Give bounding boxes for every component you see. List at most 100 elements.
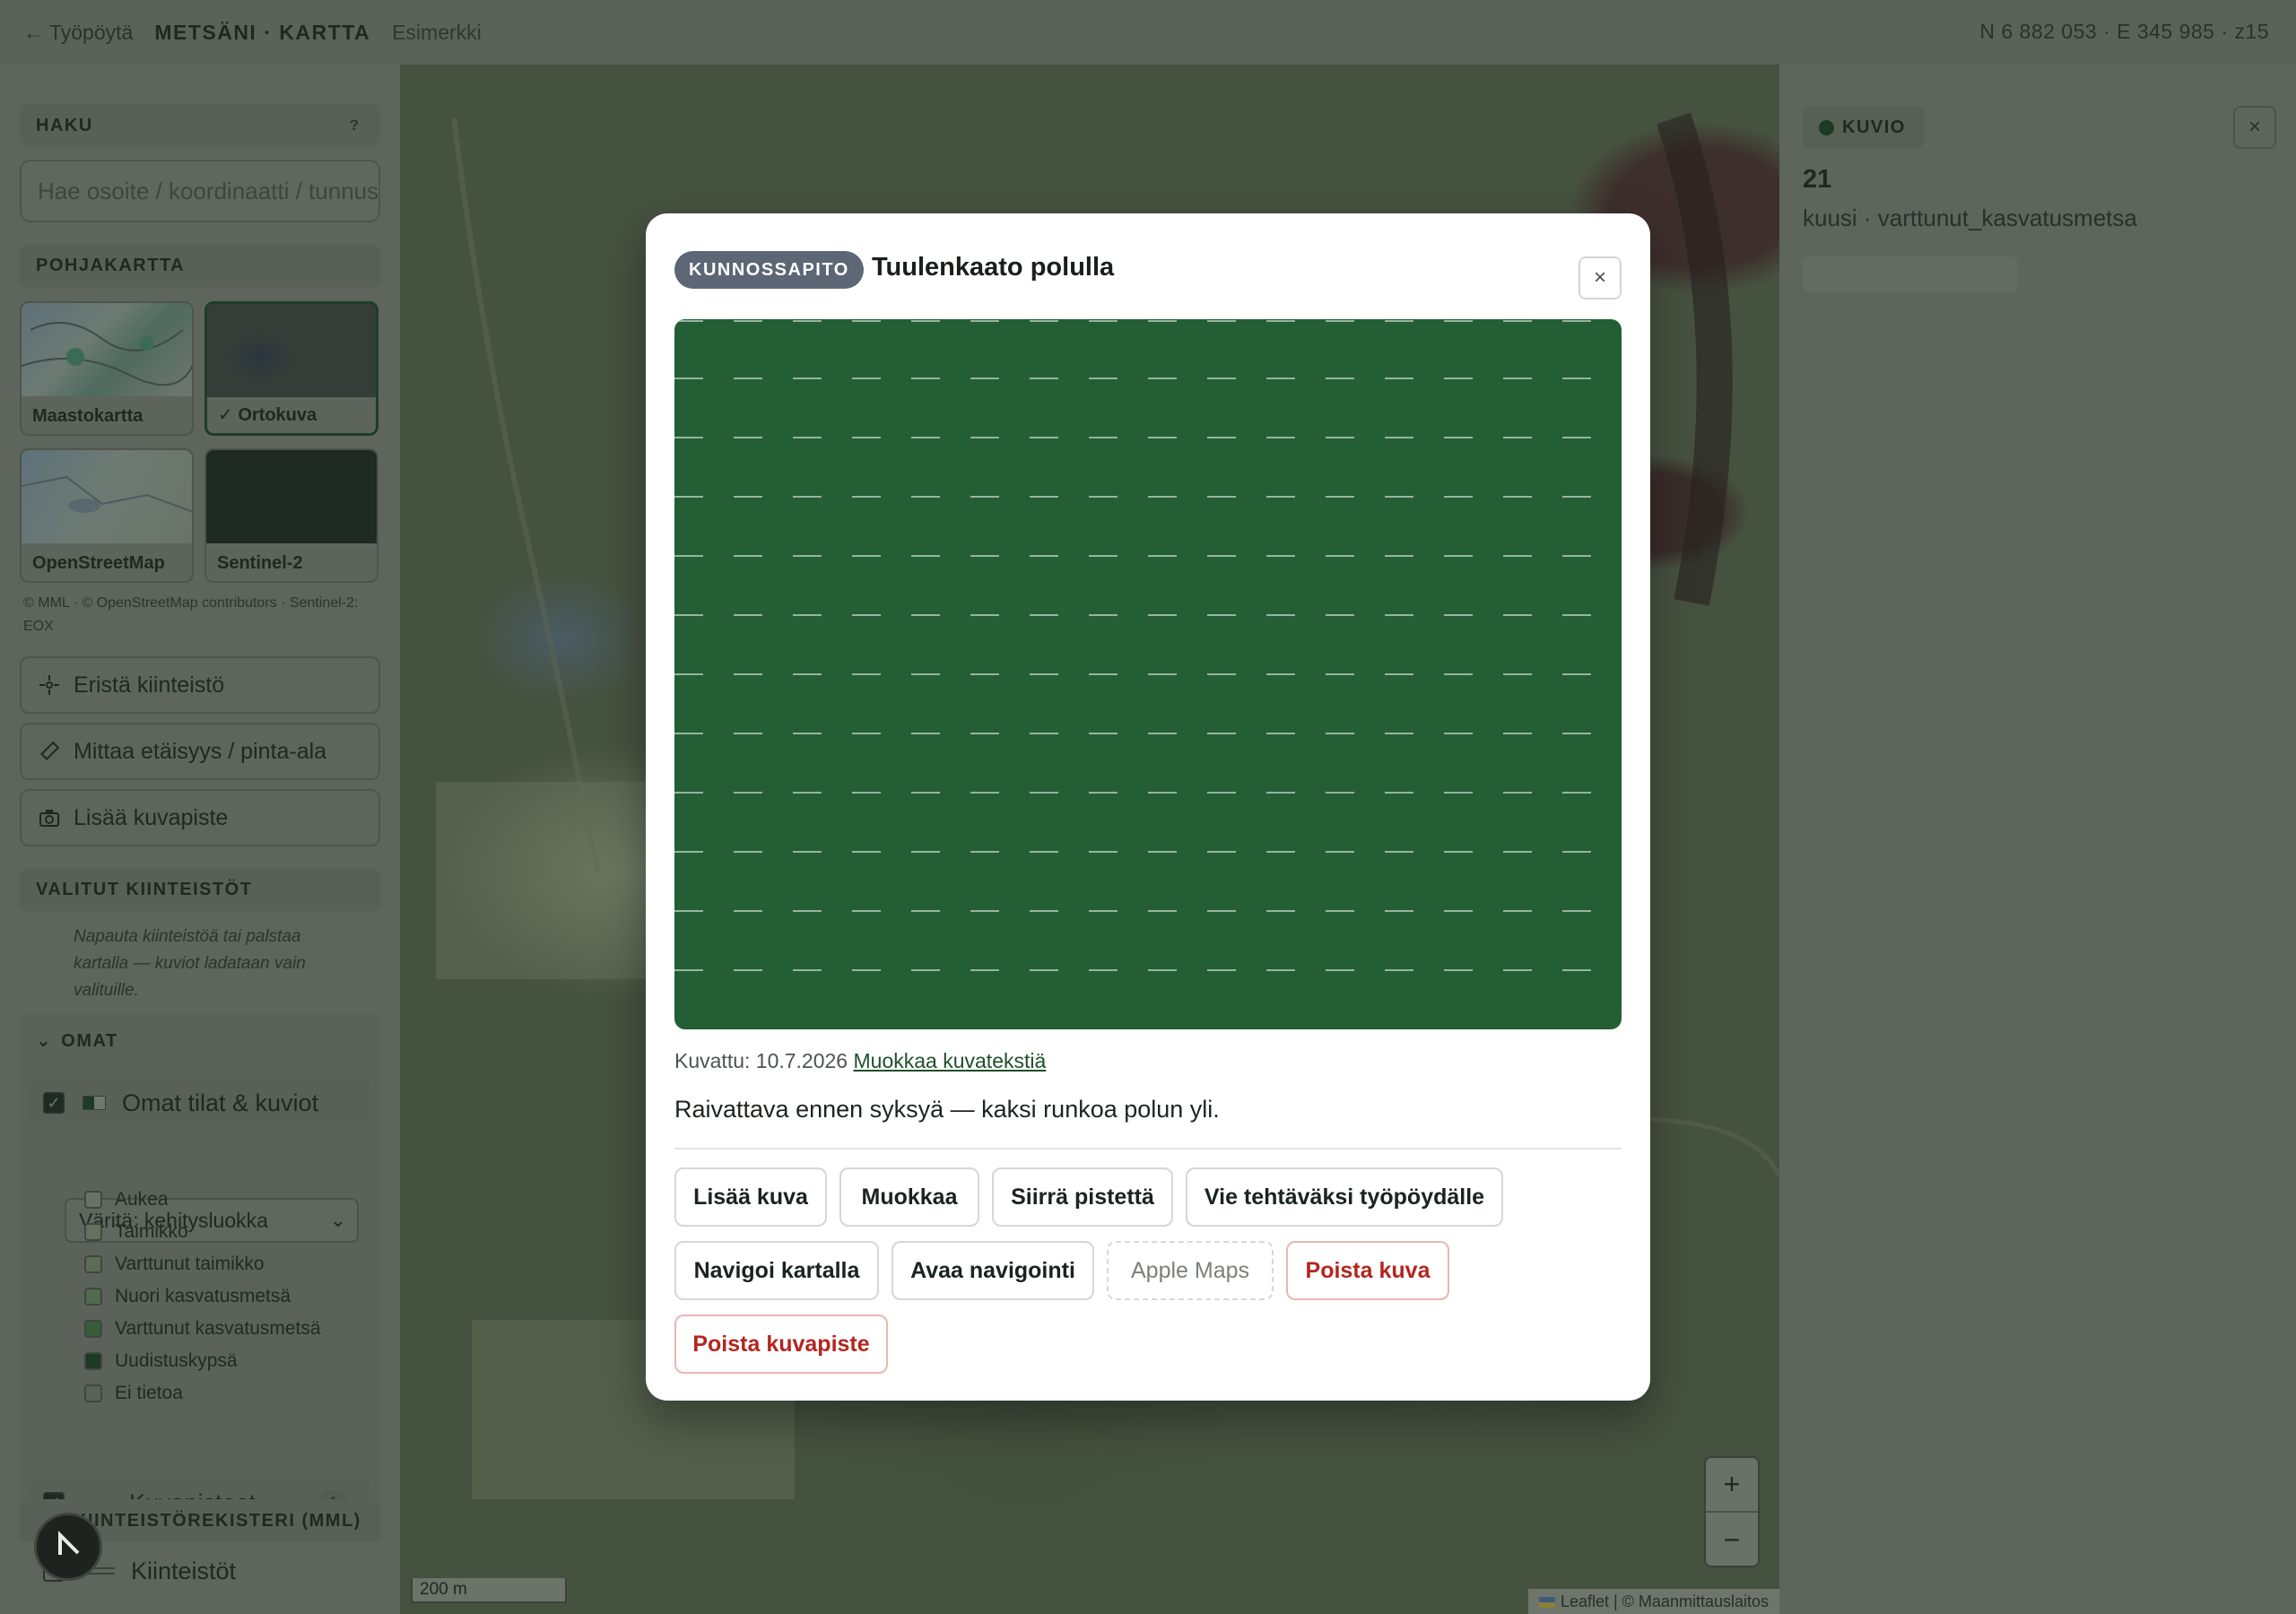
sidebar: HAKU ? Hae osoite / koordinaatti / tunnu… [0,65,400,1614]
coordinate-readout: N 6 882 053 · E 345 985 · z15 [1979,20,2269,43]
legend-item: Varttunut kasvatusmetsä [84,1318,321,1340]
legend-label: Varttunut kasvatusmetsä [115,1318,321,1339]
search-help-button[interactable]: ? [350,117,359,134]
basemap-label: Sentinel-2 [217,553,303,573]
basemap-label: OpenStreetMap [32,553,165,573]
crosshair-icon [38,673,61,697]
legend-swatch [84,1223,102,1241]
attribution-text[interactable]: Leaflet | © Maanmittauslaitos [1561,1592,1769,1610]
photo-image[interactable] [674,319,1622,1029]
legend-label: Ei tietoa [115,1383,183,1403]
loading-placeholder [1803,256,2018,292]
dialog-close-button[interactable]: × [1578,256,1622,299]
apple-maps-button[interactable]: Apple Maps [1107,1241,1274,1300]
basemap-label: ✓ Ortokuva [218,405,317,425]
divider [674,1148,1622,1150]
edit-button[interactable]: Muokkaa [839,1167,979,1227]
zoom-in-button[interactable]: + [1706,1458,1758,1513]
terrain-map-pattern [22,322,192,386]
delete-photo-point-button[interactable]: Poista kuvapiste [674,1315,888,1374]
basemap-tile-openstreetmap[interactable]: OpenStreetMap [20,448,194,583]
legend-label: Uudistuskypsä [115,1350,238,1371]
orthophoto-thumbnail [207,304,376,397]
category-tag: KUNNOSSAPITO [674,251,864,289]
polygon-layer-icon [83,1096,106,1110]
search-section-header: HAKU ? [20,104,380,147]
app-title: METSÄNI · KARTTA [154,20,371,44]
edit-caption-link[interactable]: Muokkaa kuvatekstiä [854,1049,1047,1072]
legend-item: Nuori kasvatusmetsä [84,1286,291,1307]
legend-label: Taimikko [115,1221,188,1242]
selected-properties-title: VALITUT KIINTEISTÖT [36,879,253,899]
flag-icon [1538,1597,1555,1609]
delete-photo-button[interactable]: Poista kuva [1286,1241,1449,1300]
add-photo-point-button[interactable]: Lisää kuvapiste [20,789,380,846]
chevron-down-icon: ⌄ [36,1031,53,1051]
legend-label: Aukea [115,1189,169,1210]
selected-properties-hint: Napauta kiinteistöä tai palstaa kartalla… [74,927,306,1000]
legend-item: Ei tietoa [84,1383,183,1404]
feature-panel: KUVIO × 21 kuusi · varttunut_kasvatusmet… [1779,65,2296,1614]
top-bar: ← Työpöytä METSÄNI · KARTTA Esimerkki N … [0,0,2296,65]
terrain-map-thumbnail [22,303,192,396]
zoom-control: + − [1704,1456,1760,1567]
map-attribution: Leaflet | © Maanmittauslaitos [1527,1589,1779,1614]
legend-label: Nuori kasvatusmetsä [115,1286,291,1306]
feature-type-badge: KUVIO [1803,106,1924,149]
omat-layer-group: ⌄OMAT ✓ Omat tilat & kuviot ✓ Kuvapistee… [20,1013,380,1540]
legend-swatch [84,1191,102,1209]
zoom-out-button[interactable]: − [1706,1513,1758,1567]
isolate-property-button[interactable]: Eristä kiinteistö [20,656,380,714]
basemap-tile-sentinel[interactable]: Sentinel-2 [204,448,378,583]
legend-item: Uudistuskypsä [84,1350,238,1372]
osm-thumbnail [22,450,192,543]
tool-label: Eristä kiinteistö [74,672,225,698]
north-arrow-button[interactable] [34,1513,102,1581]
search-input[interactable]: Hae osoite / koordinaatti / tunnus [20,160,380,222]
legend-item: Taimikko [84,1221,188,1243]
north-arrow-icon [53,1528,83,1566]
panel-close-button[interactable]: × [2233,106,2276,149]
omat-layer-label: Omat tilat & kuviot [122,1089,319,1116]
selected-properties-header: VALITUT KIINTEISTÖT [20,868,380,911]
tool-label: Mittaa etäisyys / pinta-ala [74,738,327,764]
feature-number: 21 [1803,165,1832,194]
omat-group-toggle[interactable]: ⌄ OMAT [36,1029,118,1052]
basemap-section-header: POHJAKARTTA [20,244,380,287]
scale-bar: 200 m [411,1578,567,1603]
legend-swatch [84,1320,102,1338]
legend-swatch [84,1288,102,1306]
basemap-section-title: POHJAKARTTA [36,255,186,275]
basemap-credits: © MML · © OpenStreetMap contributors · S… [23,595,359,634]
status-dot-icon [1819,120,1834,135]
omat-layer-row[interactable]: ✓ Omat tilat & kuviot [29,1080,370,1126]
feature-type-label: KUVIO [1842,117,1906,137]
photo-note: Raivattava ennen syksyä — kaksi runkoa p… [674,1096,1220,1123]
legend-swatch [84,1384,102,1402]
photo-pattern [674,320,1591,971]
search-section-title: HAKU [36,115,93,135]
basemap-label: Maastokartta [32,406,144,426]
back-to-dashboard-link[interactable]: ← Työpöytä [23,21,133,45]
add-photo-button[interactable]: Lisää kuva [674,1167,827,1227]
ruler-icon [38,740,61,763]
move-point-button[interactable]: Siirrä pistettä [992,1167,1173,1227]
basemap-tile-maastokartta[interactable]: Maastokartta [20,301,194,436]
legend-item: Aukea [84,1189,169,1210]
measure-button[interactable]: Mittaa etäisyys / pinta-ala [20,723,380,780]
navigate-on-map-button[interactable]: Navigoi kartalla [674,1241,879,1300]
open-navigation-button[interactable]: Avaa navigointi [891,1241,1094,1300]
osm-pattern [22,475,192,513]
sentinel-thumbnail [206,450,377,543]
chevron-down-icon: ⌄ [329,1209,346,1231]
capture-date: Kuvattu: 10.7.2026 [674,1049,848,1072]
feature-description: kuusi · varttunut_kasvatusmetsa [1803,204,2137,231]
dialog-title: Tuulenkaato polulla [872,253,1115,282]
basemap-tile-ortokuva[interactable]: ✓ Ortokuva [204,301,378,436]
omat-layer-checkbox[interactable]: ✓ [43,1092,65,1114]
legend-swatch [84,1352,102,1370]
photo-point-dialog: KUNNOSSAPITO Tuulenkaato polulla × Kuvat… [646,213,1650,1401]
example-label: Esimerkki [392,20,482,44]
export-task-button[interactable]: Vie tehtäväksi työpöydälle [1186,1167,1503,1227]
registry-layer-label: Kiinteistöt [131,1557,237,1584]
